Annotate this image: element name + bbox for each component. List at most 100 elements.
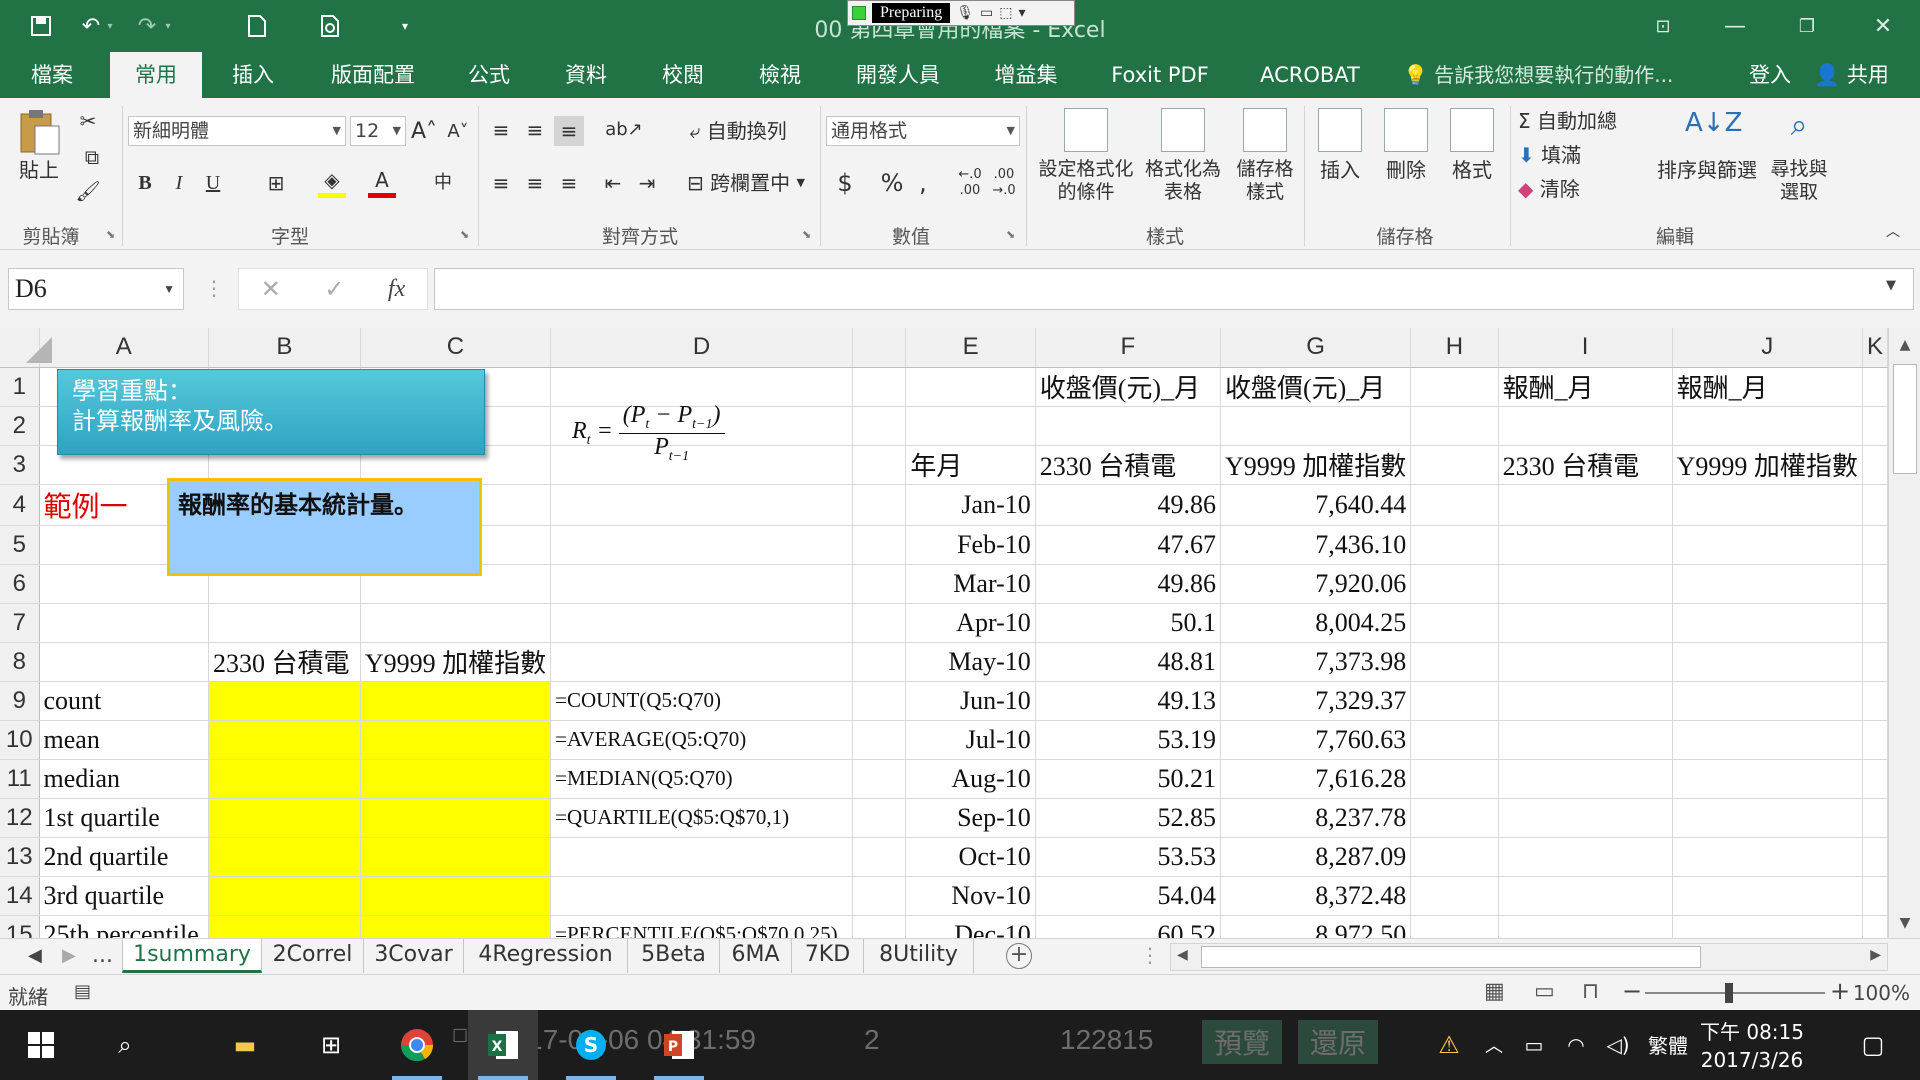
cell[interactable] (1410, 406, 1499, 446)
recorder-menu-icon[interactable]: ▾ (1018, 5, 1025, 21)
cell[interactable] (360, 759, 552, 799)
ribbon-display-icon[interactable]: ⊡ (1636, 6, 1690, 46)
sheet-tab-6ma[interactable]: 6MA (720, 939, 792, 973)
cell[interactable] (550, 564, 854, 604)
zoom-in-icon[interactable]: + (1830, 977, 1850, 1005)
cell[interactable] (550, 642, 854, 682)
sheet-tab-7kd[interactable]: 7KD (792, 939, 864, 973)
cell[interactable] (852, 525, 907, 565)
row-header[interactable]: 10 (0, 720, 40, 760)
cell[interactable] (208, 837, 361, 877)
minimize-icon[interactable]: — (1708, 6, 1762, 46)
cell[interactable] (208, 798, 361, 838)
percent-icon[interactable]: % (878, 168, 906, 198)
row-header[interactable]: 12 (0, 798, 40, 838)
cancel-icon[interactable]: ✕ (261, 275, 281, 303)
sheet-tab-5beta[interactable]: 5Beta (628, 939, 720, 973)
cell-f14[interactable]: 54.04 (1035, 876, 1221, 916)
underline-button[interactable]: U (202, 168, 224, 198)
cell-f7[interactable]: 50.1 (1035, 603, 1221, 643)
cell[interactable] (1862, 915, 1888, 938)
page-break-view-icon[interactable]: ⊓ (1582, 979, 1599, 1004)
zoom-slider-knob[interactable] (1725, 983, 1733, 1003)
horizontal-scroll-thumb[interactable] (1201, 946, 1701, 968)
cell-g12[interactable]: 8,237.78 (1220, 798, 1412, 838)
tab-foxit-pdf[interactable]: Foxit PDF (1100, 52, 1220, 98)
horizontal-scrollbar[interactable]: ◀ ▶ (1170, 943, 1888, 971)
cell-f5[interactable]: 47.67 (1035, 525, 1221, 565)
cell-g10[interactable]: 7,760.63 (1220, 720, 1412, 760)
cell-d9[interactable]: =COUNT(Q5:Q70) (550, 681, 854, 721)
cell[interactable] (39, 642, 209, 682)
next-sheet-icon[interactable]: ▶ (62, 939, 76, 975)
cell-g4[interactable]: 7,640.44 (1220, 484, 1412, 526)
tab-page-layout[interactable]: 版面配置 (318, 52, 428, 98)
cell-a13[interactable]: 2nd quartile (39, 837, 209, 877)
italic-button[interactable]: I (168, 168, 190, 198)
screen-recorder-widget[interactable]: Preparing 🎙 ▭ ⬚ ▾ (847, 0, 1075, 26)
show-hidden-icons-icon[interactable]: ︿ (1474, 1010, 1514, 1080)
find-select-button[interactable]: ⌕ 尋找與選取 (1764, 108, 1834, 204)
cell[interactable] (360, 720, 552, 760)
cell-d15[interactable]: =PERCENTILE(Q$5:Q$70,0.25) (550, 915, 854, 938)
expand-formula-icon[interactable]: ▼ (1886, 278, 1896, 293)
cell[interactable] (1862, 837, 1888, 877)
close-icon[interactable]: ✕ (1856, 6, 1910, 46)
share-button[interactable]: 👤 共用 (1814, 52, 1889, 98)
clock[interactable]: 下午 08:15 2017/3/26 (1700, 1018, 1804, 1074)
row-header[interactable]: 14 (0, 876, 40, 916)
sheet-tab-1summary[interactable]: 1summary (122, 939, 262, 973)
vertical-scroll-thumb[interactable] (1893, 364, 1917, 474)
cell[interactable] (1410, 642, 1499, 682)
cell-a14[interactable]: 3rd quartile (39, 876, 209, 916)
cell-a10[interactable]: mean (39, 720, 209, 760)
column-header-c[interactable]: C (360, 328, 552, 368)
chrome-icon[interactable] (382, 1010, 452, 1080)
sign-in-link[interactable]: 登入 (1749, 52, 1791, 98)
scroll-right-icon[interactable]: ▶ (1870, 947, 1881, 963)
cell-f9[interactable]: 49.13 (1035, 681, 1221, 721)
normal-view-icon[interactable]: ▦ (1484, 979, 1505, 1004)
cell-f3[interactable]: 2330 台積電 (1035, 445, 1221, 485)
cell[interactable] (1862, 564, 1888, 604)
number-format-combo[interactable]: 通用格式 ▼ (826, 116, 1020, 146)
cell[interactable] (852, 681, 907, 721)
cell-g9[interactable]: 7,329.37 (1220, 681, 1412, 721)
sheet-tab-8utility[interactable]: 8Utility (864, 939, 974, 973)
increase-decimal-icon[interactable]: ←.0.00 (956, 167, 984, 198)
autosum-button[interactable]: Σ 自動加總 (1518, 106, 1648, 136)
column-header-a[interactable]: A (39, 328, 209, 368)
cell-i1[interactable]: 報酬_月 (1498, 367, 1673, 407)
cell[interactable] (1498, 564, 1673, 604)
cell[interactable] (1498, 915, 1673, 938)
cell-j1[interactable]: 報酬_月 (1672, 367, 1863, 407)
cell-e8[interactable]: May-10 (905, 642, 1036, 682)
cell[interactable] (1410, 484, 1499, 526)
cell-a11[interactable]: median (39, 759, 209, 799)
cell-d10[interactable]: =AVERAGE(Q5:Q70) (550, 720, 854, 760)
cell[interactable] (852, 798, 907, 838)
worksheet-grid[interactable]: A B C D E F G H I J K 1 收盤價(元)_月 收盤價(元)_… (0, 328, 1888, 938)
cell[interactable] (1672, 798, 1863, 838)
tab-file[interactable]: 檔案 (18, 52, 86, 98)
row-header[interactable]: 15 (0, 915, 40, 938)
cell-j3[interactable]: Y9999 加權指數 (1672, 445, 1863, 485)
cell[interactable] (852, 915, 907, 938)
cell-f12[interactable]: 52.85 (1035, 798, 1221, 838)
cell[interactable] (208, 876, 361, 916)
cell[interactable] (1862, 642, 1888, 682)
cell[interactable] (208, 603, 361, 643)
tab-acrobat[interactable]: ACROBAT (1250, 52, 1370, 98)
format-cells-button[interactable]: 格式 (1444, 108, 1500, 182)
cell[interactable] (550, 837, 854, 877)
cell[interactable] (1862, 681, 1888, 721)
notification-icon[interactable]: ▢ (1846, 1010, 1900, 1080)
cell[interactable] (1862, 603, 1888, 643)
row-header[interactable]: 13 (0, 837, 40, 877)
cell[interactable] (550, 525, 854, 565)
row-header[interactable]: 1 (0, 367, 40, 407)
cell-d11[interactable]: =MEDIAN(Q5:Q70) (550, 759, 854, 799)
grow-font-icon[interactable]: A˄ (410, 118, 438, 146)
search-icon[interactable]: ⌕ (90, 1010, 160, 1080)
cell[interactable] (1410, 876, 1499, 916)
